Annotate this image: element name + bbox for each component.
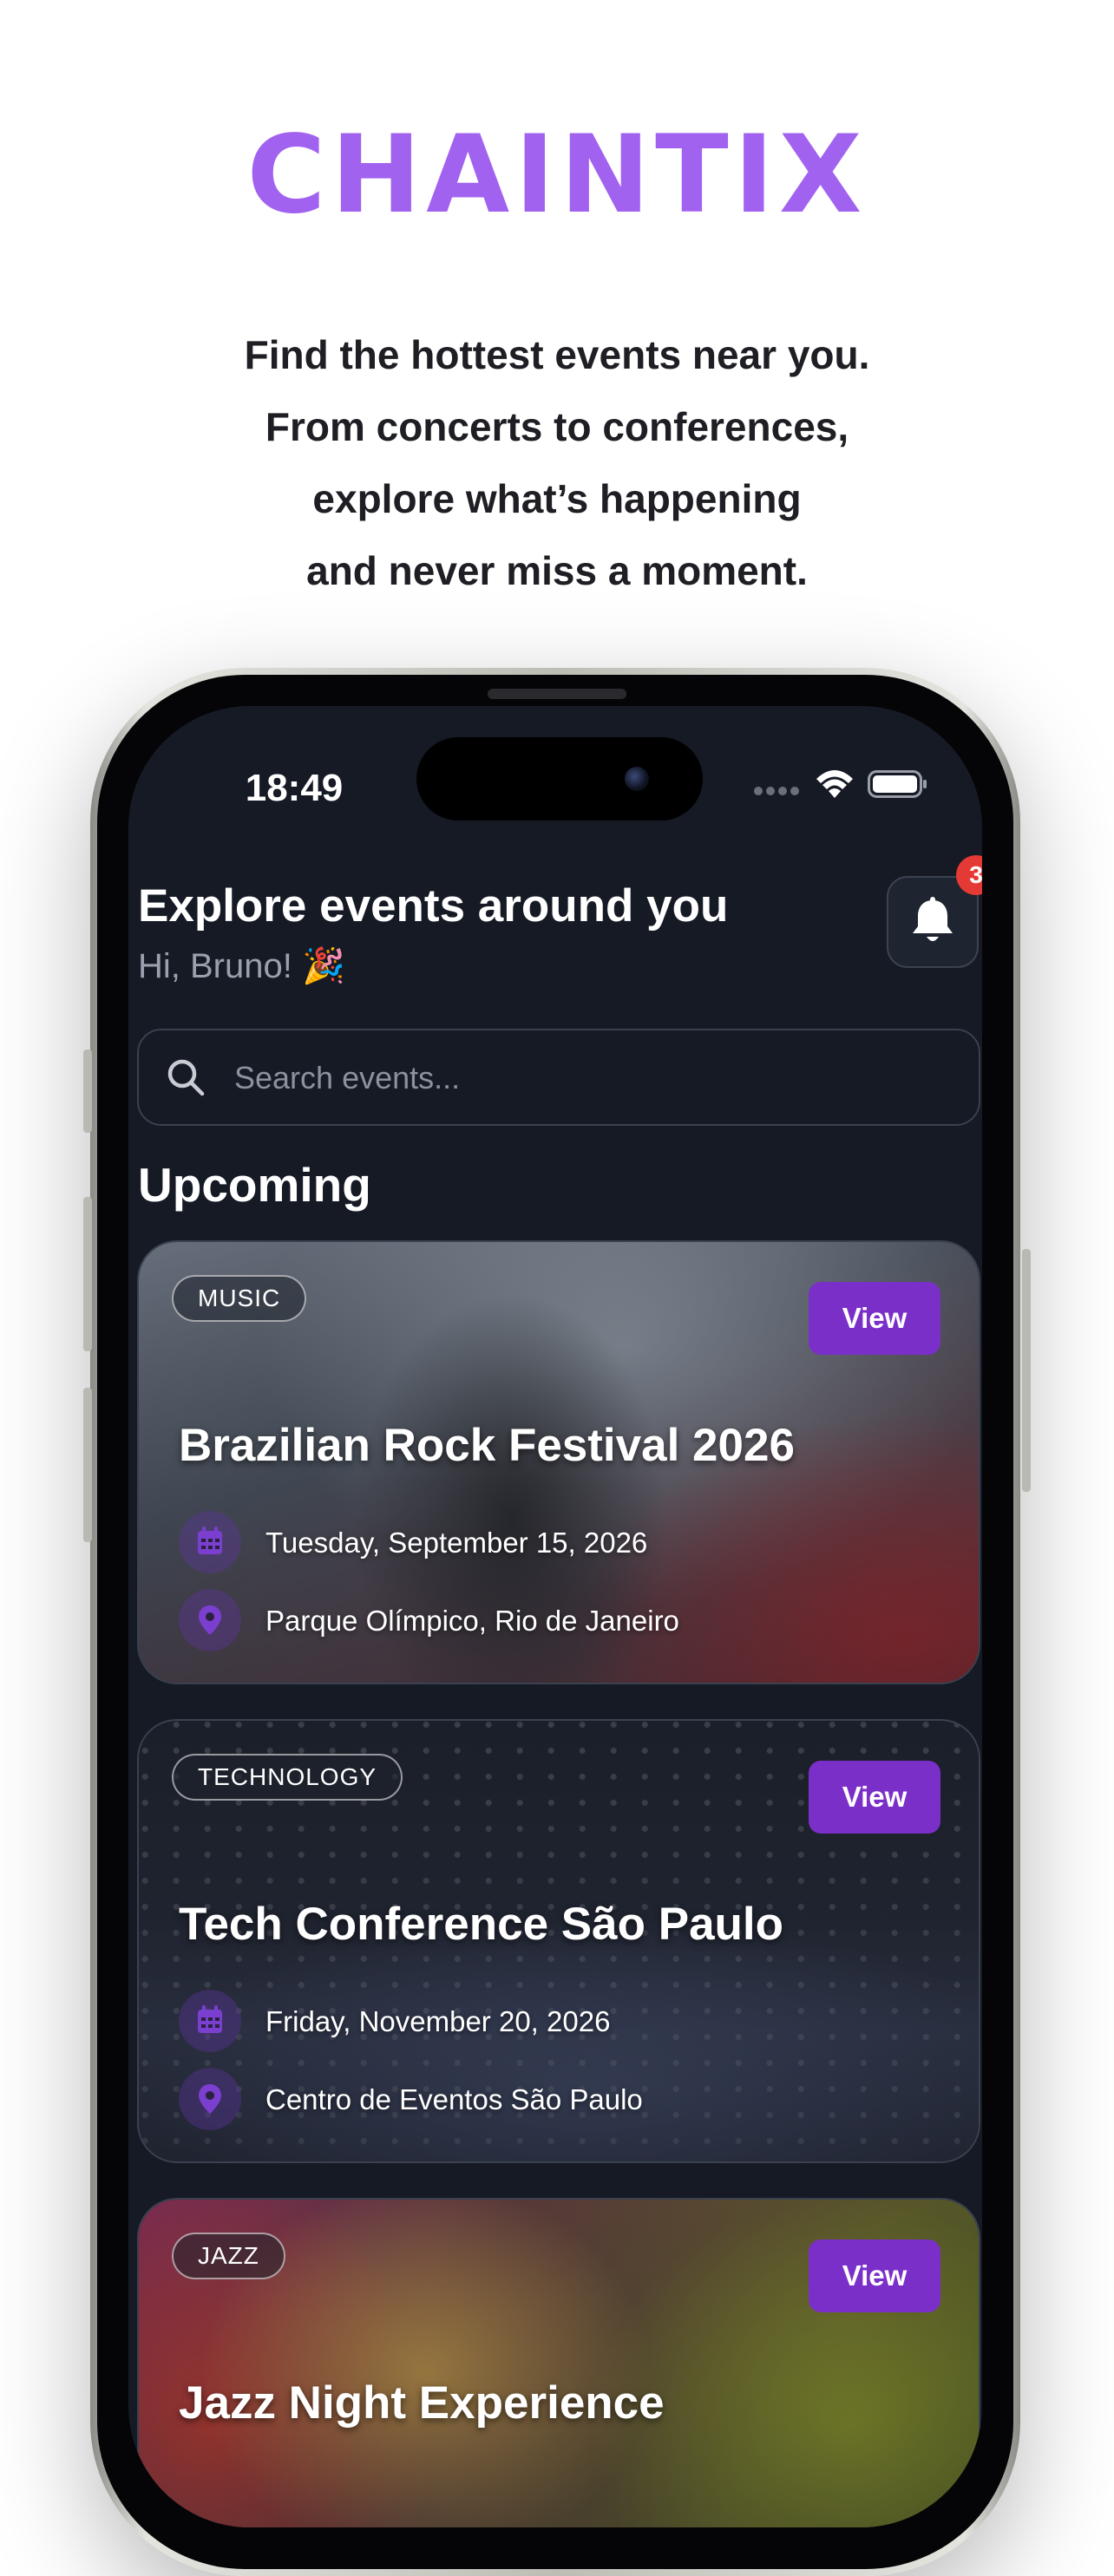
status-time: 18:49: [245, 767, 344, 809]
greeting-text: Hi, Bruno! 🎉: [138, 947, 345, 985]
action-button: [83, 1049, 92, 1133]
category-tag: MUSIC: [172, 1275, 307, 1322]
view-button[interactable]: View: [809, 1761, 940, 1834]
event-title: Brazilian Rock Festival 2026: [179, 1420, 795, 1471]
signal-dots-icon: [754, 787, 799, 795]
event-title: Jazz Night Experience: [179, 2377, 665, 2429]
phone-screen: 18:49 Explore events around you Hi, Brun…: [128, 706, 982, 2527]
tagline: Find the hottest events near you. From c…: [0, 319, 1114, 607]
calendar-icon: [198, 1527, 222, 1554]
search-bar[interactable]: [137, 1029, 980, 1126]
location-icon-wrap: [179, 1589, 241, 1651]
front-camera: [625, 767, 649, 791]
earpiece-speaker: [488, 689, 626, 699]
location-icon-wrap: [179, 2068, 241, 2130]
event-location: Centro de Eventos São Paulo: [265, 2083, 643, 2115]
page-title: Explore events around you: [138, 880, 729, 932]
tagline-line: and never miss a moment.: [306, 548, 808, 593]
event-title: Tech Conference São Paulo: [179, 1899, 784, 1950]
view-button[interactable]: View: [809, 1282, 940, 1355]
location-pin-icon: [199, 1605, 221, 1635]
tagline-line: explore what’s happening: [312, 476, 802, 521]
view-button[interactable]: View: [809, 2239, 940, 2312]
power-button: [1022, 1249, 1031, 1492]
volume-down-button: [83, 1388, 92, 1542]
date-icon-wrap: [179, 1990, 241, 2052]
wifi-icon: [816, 770, 853, 798]
category-tag: TECHNOLOGY: [172, 1754, 403, 1801]
volume-up-button: [83, 1197, 92, 1351]
event-card[interactable]: MUSIC View Brazilian Rock Festival 2026 …: [137, 1240, 980, 1684]
brand-logo: CHAINTIX: [246, 113, 868, 238]
search-icon: [167, 1059, 205, 1096]
tagline-line: From concerts to conferences,: [265, 404, 849, 449]
event-card[interactable]: JAZZ View Jazz Night Experience: [137, 2198, 980, 2527]
dynamic-island: [416, 737, 703, 821]
location-pin-icon: [199, 2084, 221, 2114]
date-icon-wrap: [179, 1511, 241, 1573]
search-input[interactable]: [233, 1051, 947, 1105]
event-date: Tuesday, September 15, 2026: [265, 1527, 648, 1559]
event-location: Parque Olímpico, Rio de Janeiro: [265, 1605, 679, 1637]
tagline-line: Find the hottest events near you.: [244, 332, 870, 377]
battery-icon: [868, 770, 927, 798]
event-date: Friday, November 20, 2026: [265, 2005, 611, 2037]
bell-icon: [913, 897, 953, 941]
event-card[interactable]: TECHNOLOGY View Tech Conference São Paul…: [137, 1719, 980, 2163]
calendar-icon: [198, 2005, 222, 2033]
section-title-upcoming: Upcoming: [138, 1158, 371, 1212]
category-tag: JAZZ: [172, 2233, 285, 2279]
